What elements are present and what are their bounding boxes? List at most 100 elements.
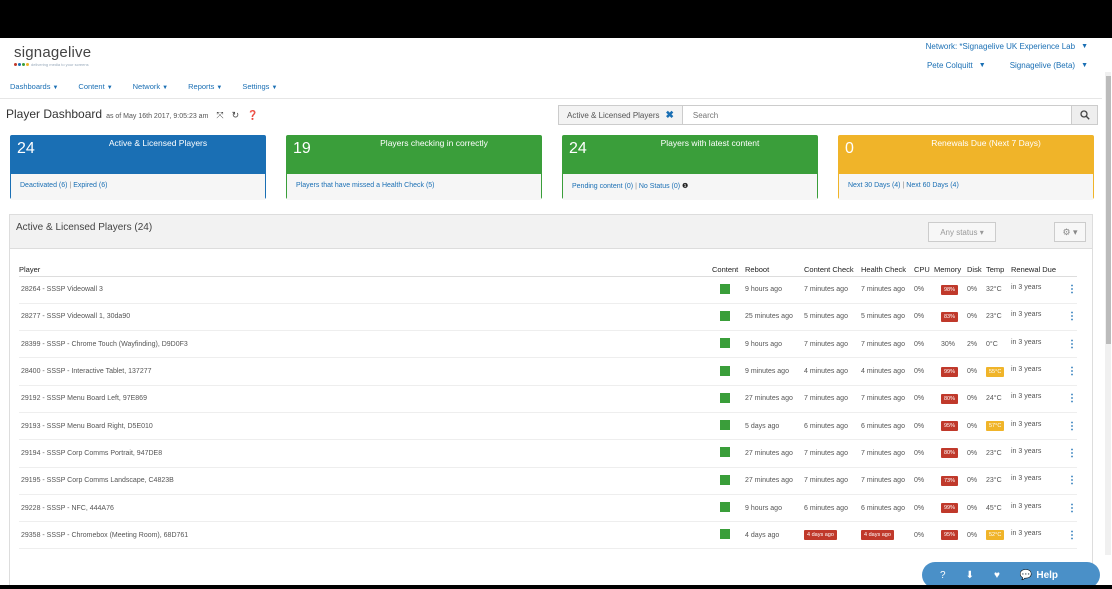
disk-value: 2% bbox=[967, 330, 986, 359]
logo-tagline: delivering media to your screens bbox=[31, 62, 89, 67]
table-row[interactable]: 29192 - SSSP Menu Board Left, 97E869 27 m… bbox=[19, 385, 1077, 413]
row-menu-icon[interactable]: ⋮ bbox=[1067, 503, 1077, 514]
player-name[interactable]: 29192 - SSSP Menu Board Left, 97E869 bbox=[19, 385, 712, 413]
col-disk[interactable]: Disk bbox=[967, 264, 986, 277]
link-deactivated[interactable]: Deactivated (6) bbox=[20, 182, 67, 189]
cpu-value: 0% bbox=[914, 385, 934, 413]
player-name[interactable]: 28399 - SSSP - Chrome Touch (Wayfinding)… bbox=[19, 330, 712, 359]
table-row[interactable]: 28399 - SSSP - Chrome Touch (Wayfinding)… bbox=[19, 330, 1077, 359]
refresh-icon[interactable]: ↻ bbox=[232, 110, 240, 121]
link-pending-content[interactable]: Pending content (0) bbox=[572, 183, 633, 190]
table-row[interactable]: 29195 - SSSP Corp Comms Landscape, C4823… bbox=[19, 467, 1077, 495]
table-row[interactable]: 29194 - SSSP Corp Comms Portrait, 947DE8… bbox=[19, 439, 1077, 468]
renewal-due: in 3 years ⋮ bbox=[1011, 439, 1077, 468]
row-menu-icon[interactable]: ⋮ bbox=[1067, 366, 1077, 377]
status-filter-dropdown[interactable]: Any status ▾ bbox=[928, 222, 996, 242]
network-selector[interactable]: Network: *Signagelive UK Experience Lab … bbox=[926, 42, 1088, 51]
table-row[interactable]: 28277 - SSSP Videowall 1, 30da90 25 minut… bbox=[19, 303, 1077, 332]
row-menu-icon[interactable]: ⋮ bbox=[1067, 393, 1077, 404]
card-label: Players with latest content bbox=[660, 138, 760, 148]
question-icon[interactable]: ? bbox=[940, 570, 946, 581]
row-menu-icon[interactable]: ⋮ bbox=[1067, 339, 1077, 350]
memory-value: 95% bbox=[934, 521, 967, 550]
card-active-licensed[interactable]: 24 Active & Licensed Players Deactivated … bbox=[10, 135, 266, 200]
panel-header: Active & Licensed Players (24) Any statu… bbox=[10, 215, 1092, 249]
col-health-check[interactable]: Health Check bbox=[861, 264, 914, 277]
link-expired[interactable]: Expired (6) bbox=[73, 182, 107, 189]
content-check: 7 minutes ago bbox=[804, 467, 861, 495]
player-name[interactable]: 29194 - SSSP Corp Comms Portrait, 947DE8 bbox=[19, 439, 712, 468]
row-menu-icon[interactable]: ⋮ bbox=[1067, 421, 1077, 432]
signagelive-logo[interactable]: signagelive delivering media to your scr… bbox=[14, 44, 91, 67]
row-menu-icon[interactable]: ⋮ bbox=[1067, 530, 1077, 541]
card-latest-content[interactable]: 24 Players with latest content Pending co… bbox=[562, 135, 818, 200]
link-next-60-days[interactable]: Next 60 Days (4) bbox=[906, 182, 959, 189]
health-check: 5 minutes ago bbox=[861, 303, 914, 332]
renewal-due: in 3 years ⋮ bbox=[1011, 330, 1077, 359]
temp-value: 23°C bbox=[986, 467, 1011, 495]
chevron-down-icon: ▼ bbox=[1081, 62, 1088, 69]
table-row[interactable]: 28264 - SSSP Videowall 39 hours ago 7 min… bbox=[19, 276, 1077, 304]
heart-icon[interactable]: ♥ bbox=[994, 570, 1000, 581]
nav-network[interactable]: Network ▼ bbox=[133, 82, 168, 91]
download-icon[interactable]: ⬇ bbox=[966, 570, 974, 581]
card-label: Active & Licensed Players bbox=[108, 138, 208, 148]
search-button[interactable] bbox=[1071, 106, 1097, 124]
content-ok-icon bbox=[720, 447, 730, 458]
settings-dropdown[interactable]: ⚙ ▾ bbox=[1054, 222, 1086, 242]
link-next-30-days[interactable]: Next 30 Days (4) bbox=[848, 182, 901, 189]
disk-value: 0% bbox=[967, 276, 986, 304]
table-row[interactable]: 29228 - SSSP - NFC, 444A76 9 hours ago 6 m… bbox=[19, 494, 1077, 523]
help-circle-icon[interactable]: ❓ bbox=[247, 110, 258, 121]
user-menu[interactable]: Pete Colquitt bbox=[927, 61, 973, 70]
row-menu-icon[interactable]: ⋮ bbox=[1067, 284, 1077, 295]
player-name[interactable]: 28277 - SSSP Videowall 1, 30da90 bbox=[19, 303, 712, 332]
nav-settings[interactable]: Settings ▼ bbox=[242, 82, 277, 91]
temp-value: 23°C bbox=[986, 439, 1011, 468]
search-input[interactable] bbox=[682, 106, 1071, 124]
filter-chip[interactable]: Active & Licensed Players ✖ bbox=[559, 106, 683, 124]
link-no-status[interactable]: No Status (0) bbox=[639, 183, 680, 190]
col-content[interactable]: Content bbox=[712, 264, 745, 277]
health-check: 4 minutes ago bbox=[861, 357, 914, 386]
help-widget[interactable]: ? ⬇ ♥ 💬 Help bbox=[922, 562, 1100, 585]
col-content-check[interactable]: Content Check bbox=[804, 264, 861, 277]
table-row[interactable]: 29193 - SSSP Menu Board Right, D5E010 5 d… bbox=[19, 412, 1077, 441]
health-check: 7 minutes ago bbox=[861, 439, 914, 468]
player-name[interactable]: 29358 - SSSP - Chromebox (Meeting Room),… bbox=[19, 521, 712, 550]
scrollbar-thumb[interactable] bbox=[1106, 76, 1111, 344]
content-check: 4 days ago bbox=[804, 521, 861, 550]
nav-reports[interactable]: Reports ▼ bbox=[188, 82, 222, 91]
content-ok-icon bbox=[720, 338, 730, 349]
link-missed-health-check[interactable]: Players that have missed a Health Check … bbox=[296, 182, 435, 189]
fullscreen-icon[interactable]: ⤧ bbox=[216, 110, 223, 121]
row-menu-icon[interactable]: ⋮ bbox=[1067, 311, 1077, 322]
health-check: 6 minutes ago bbox=[861, 412, 914, 441]
col-memory[interactable]: Memory bbox=[934, 264, 967, 277]
table-row[interactable]: 29358 - SSSP - Chromebox (Meeting Room),… bbox=[19, 521, 1077, 550]
player-name[interactable]: 28264 - SSSP Videowall 3 bbox=[19, 276, 712, 304]
help-label[interactable]: Help bbox=[1036, 570, 1058, 581]
col-reboot[interactable]: Reboot bbox=[745, 264, 804, 277]
disk-value: 0% bbox=[967, 385, 986, 413]
temp-value: 0°C bbox=[986, 330, 1011, 359]
player-name[interactable]: 28400 - SSSP - Interactive Tablet, 13727… bbox=[19, 357, 712, 386]
col-renewal-due[interactable]: Renewal Due bbox=[1011, 264, 1077, 277]
nav-dashboards[interactable]: Dashboards ▼ bbox=[10, 82, 58, 91]
nav-content[interactable]: Content ▼ bbox=[78, 82, 112, 91]
card-renewals-due[interactable]: 0 Renewals Due (Next 7 Days) Next 30 Days… bbox=[838, 135, 1094, 200]
row-menu-icon[interactable]: ⋮ bbox=[1067, 475, 1077, 486]
row-menu-icon[interactable]: ⋮ bbox=[1067, 448, 1077, 459]
player-name[interactable]: 29195 - SSSP Corp Comms Landscape, C4823… bbox=[19, 467, 712, 495]
content-ok-icon bbox=[720, 310, 730, 321]
product-menu[interactable]: Signagelive (Beta) bbox=[1010, 61, 1075, 70]
table-row[interactable]: 28400 - SSSP - Interactive Tablet, 13727… bbox=[19, 357, 1077, 386]
col-temp[interactable]: Temp bbox=[986, 264, 1011, 277]
remove-chip-icon[interactable]: ✖ bbox=[666, 110, 674, 121]
player-name[interactable]: 29193 - SSSP Menu Board Right, D5E010 bbox=[19, 412, 712, 441]
logo-dots-icon bbox=[14, 63, 29, 66]
player-name[interactable]: 29228 - SSSP - NFC, 444A76 bbox=[19, 494, 712, 523]
col-player[interactable]: Player bbox=[19, 264, 712, 277]
col-cpu[interactable]: CPU bbox=[914, 264, 934, 277]
card-checking-in[interactable]: 19 Players checking in correctly Players … bbox=[286, 135, 542, 200]
